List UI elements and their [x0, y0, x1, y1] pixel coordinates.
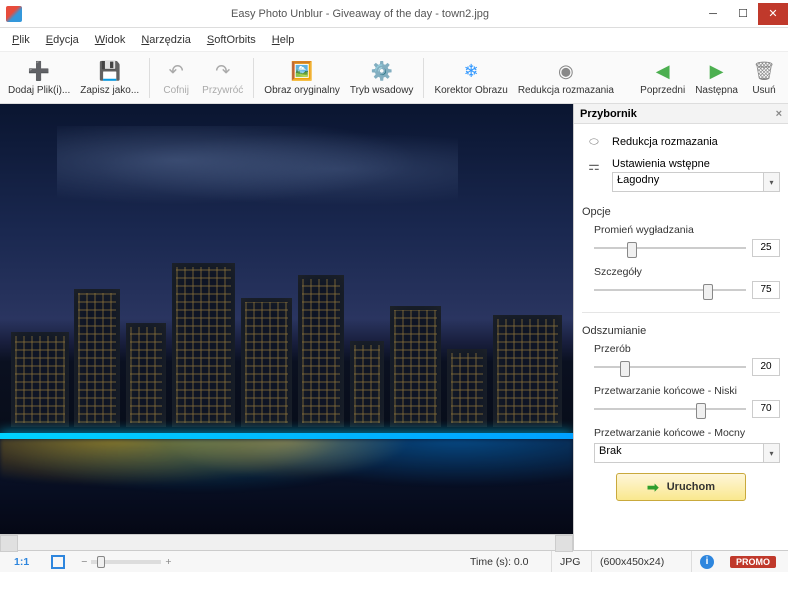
smooth-radius-slider[interactable]	[594, 238, 746, 258]
next-button[interactable]: ▶Następna	[691, 58, 742, 98]
info-icon[interactable]: i	[700, 555, 714, 569]
statusbar: 1:1 − + Time (s): 0.0 JPG (600x450x24) i…	[0, 550, 788, 572]
titlebar: Easy Photo Unblur - Giveaway of the day …	[0, 0, 788, 28]
toolbar: ➕Dodaj Plik(i)... 💾Zapisz jako... ↶Cofni…	[0, 52, 788, 104]
gear-icon: ⚙️	[370, 60, 394, 84]
menu-help[interactable]: Help	[264, 32, 303, 48]
original-image-button[interactable]: 🖼️Obraz oryginalny	[260, 58, 344, 98]
smooth-radius-label: Promień wygładzania	[582, 224, 780, 236]
zoom-out-icon[interactable]: −	[81, 556, 87, 568]
smooth-radius-value[interactable]: 25	[752, 239, 780, 257]
image-icon: 🖼️	[290, 60, 314, 84]
denoise-label: Odszumianie	[582, 321, 780, 339]
prework-value[interactable]: 20	[752, 358, 780, 376]
prev-icon: ◀	[651, 60, 675, 84]
menu-tools[interactable]: Narzędzia	[133, 32, 199, 48]
preset-icon: ⚎	[582, 158, 606, 174]
dropdown-arrow-icon[interactable]: ▾	[764, 443, 780, 463]
save-as-button[interactable]: 💾Zapisz jako...	[76, 58, 143, 98]
toolbox-panel: Przybornik × ⬭ Redukcja rozmazania ⚎ Ust…	[574, 104, 788, 550]
previous-button[interactable]: ◀Poprzedni	[636, 58, 689, 98]
deblur-section-title: Redukcja rozmazania	[612, 136, 718, 148]
batch-mode-button[interactable]: ⚙️Tryb wsadowy	[346, 58, 418, 98]
trash-icon: 🗑	[752, 60, 776, 84]
run-arrow-icon: ➡	[647, 479, 659, 496]
promo-badge[interactable]: PROMO	[730, 556, 776, 568]
dropdown-arrow-icon[interactable]: ▾	[764, 172, 780, 192]
menu-view[interactable]: Widok	[87, 32, 134, 48]
add-files-button[interactable]: ➕Dodaj Plik(i)...	[4, 58, 74, 98]
status-format: JPG	[552, 551, 592, 572]
run-button[interactable]: ➡ Uruchom	[616, 473, 746, 501]
status-time: Time (s): 0.0	[462, 551, 552, 572]
floppy-icon: 💾	[98, 60, 122, 84]
toolbox-header: Przybornik ×	[574, 104, 788, 124]
status-dimensions: (600x450x24)	[592, 551, 692, 572]
undo-icon: ↶	[164, 60, 188, 84]
close-button[interactable]: ✕	[758, 3, 788, 25]
blur-oval-icon: ⬭	[582, 134, 606, 150]
preset-dropdown[interactable]: Łagodny	[612, 172, 764, 192]
prework-label: Przerób	[582, 343, 780, 355]
redo-button[interactable]: ↷Przywróć	[198, 58, 247, 98]
details-slider[interactable]	[594, 280, 746, 300]
post-low-label: Przetwarzanie końcowe - Niski	[582, 385, 780, 397]
menu-file[interactable]: Plik	[4, 32, 38, 48]
details-label: Szczegóły	[582, 266, 780, 278]
post-high-dropdown[interactable]: Brak	[594, 443, 764, 463]
next-icon: ▶	[705, 60, 729, 84]
preset-label: Ustawienia wstępne	[612, 158, 780, 170]
zoom-in-icon[interactable]: +	[165, 556, 171, 568]
menu-edit[interactable]: Edycja	[38, 32, 87, 48]
plus-icon: ➕	[27, 60, 51, 84]
deblur-button[interactable]: ◉Redukcja rozmazania	[514, 58, 618, 98]
minimize-button[interactable]: ─	[698, 3, 728, 25]
sparkle-icon: ❄	[459, 60, 483, 84]
zoom-ratio[interactable]: 1:1	[8, 556, 35, 568]
details-value[interactable]: 75	[752, 281, 780, 299]
menubar: Plik Edycja Widok Narzędzia SoftOrbits H…	[0, 28, 788, 52]
blur-icon: ◉	[554, 60, 578, 84]
post-high-label: Przetwarzanie końcowe - Mocny	[582, 427, 780, 439]
redo-icon: ↷	[211, 60, 235, 84]
menu-softorbits[interactable]: SoftOrbits	[199, 32, 264, 48]
fit-screen-icon[interactable]	[51, 555, 65, 569]
delete-button[interactable]: 🗑Usuń	[744, 58, 784, 98]
maximize-button[interactable]: ☐	[728, 3, 758, 25]
options-label: Opcje	[582, 202, 780, 220]
image-corrector-button[interactable]: ❄Korektor Obrazu	[430, 58, 511, 98]
window-title: Easy Photo Unblur - Giveaway of the day …	[22, 8, 698, 20]
prework-slider[interactable]	[594, 357, 746, 377]
undo-button[interactable]: ↶Cofnij	[156, 58, 196, 98]
image-canvas[interactable]	[0, 104, 573, 534]
close-panel-icon[interactable]: ×	[776, 108, 782, 120]
app-icon	[6, 6, 22, 22]
zoom-slider[interactable]	[91, 560, 161, 564]
post-low-slider[interactable]	[594, 399, 746, 419]
post-low-value[interactable]: 70	[752, 400, 780, 418]
horizontal-scrollbar[interactable]	[0, 534, 573, 550]
